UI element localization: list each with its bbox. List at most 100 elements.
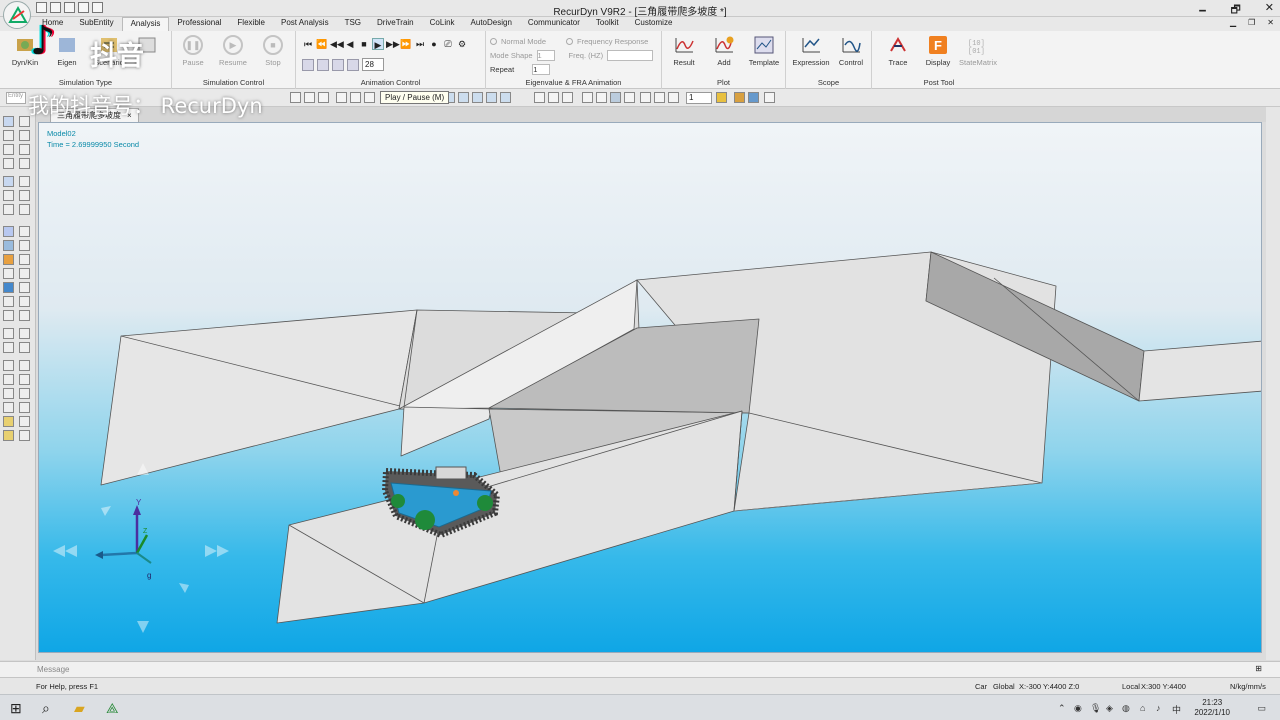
anim-option-icon-1[interactable] xyxy=(302,58,314,71)
pause-button[interactable]: ❚❚ Pause xyxy=(174,35,212,67)
tab-flexible[interactable]: Flexible xyxy=(229,17,273,31)
anim-option-icon-3[interactable] xyxy=(332,58,344,71)
tab-customize[interactable]: Customize xyxy=(627,17,681,31)
fit-tool-icon[interactable] xyxy=(336,92,347,103)
tool-icon-a1[interactable] xyxy=(3,130,14,141)
add-plot-button[interactable]: Add xyxy=(705,35,743,67)
joint-icon-4[interactable] xyxy=(19,282,30,293)
mdi-close-icon[interactable]: ✕ xyxy=(1267,18,1274,27)
network-icon[interactable]: ⌂ xyxy=(1140,703,1145,713)
tray-icon-1[interactable]: ◉ xyxy=(1074,703,1082,714)
tool-icon-c4[interactable] xyxy=(19,374,30,385)
display-mode-icon-3[interactable] xyxy=(610,92,621,103)
last-frame-icon[interactable]: ⏭ xyxy=(414,38,426,50)
tab-autodesign[interactable]: AutoDesign xyxy=(463,17,520,31)
tool-icon-c12[interactable] xyxy=(19,430,30,441)
pan-tool-icon[interactable] xyxy=(318,92,329,103)
fast-back-icon[interactable]: ⏪ xyxy=(316,38,328,50)
tray-chevron-icon[interactable]: ⌃ xyxy=(1058,703,1066,714)
force-icon-4[interactable] xyxy=(19,310,30,321)
result-button[interactable]: Result xyxy=(665,35,703,67)
notification-icon[interactable]: ▭ xyxy=(1257,703,1266,714)
tool-icon-b6[interactable] xyxy=(19,204,30,215)
step-forward-icon[interactable]: ▶▶ xyxy=(386,38,400,50)
anim-option-icon-4[interactable] xyxy=(347,58,359,71)
tab-subentity[interactable]: SubEntity xyxy=(71,17,121,31)
tool-icon-a5[interactable] xyxy=(3,190,14,201)
search-icon[interactable]: ⌕ xyxy=(42,700,50,717)
app-logo-icon[interactable] xyxy=(3,1,31,29)
joint-icon-1[interactable] xyxy=(3,268,14,279)
yz-icon[interactable] xyxy=(19,144,30,155)
fast-forward-icon[interactable]: ⏩ xyxy=(400,38,412,50)
light-icon[interactable] xyxy=(716,92,727,103)
tab-post-analysis[interactable]: Post Analysis xyxy=(273,17,337,31)
rotate-tool-icon[interactable] xyxy=(350,92,361,103)
first-frame-icon[interactable]: ⏮ xyxy=(302,38,314,50)
tool-icon-c1[interactable] xyxy=(3,360,14,371)
tool-icon-c10[interactable] xyxy=(19,416,30,427)
anim-option-icon-2[interactable] xyxy=(317,58,329,71)
tool-icon-c5[interactable] xyxy=(3,388,14,399)
pointer-icon[interactable] xyxy=(3,116,14,127)
display-mode-icon-4[interactable] xyxy=(624,92,635,103)
model-viewport[interactable]: Y Z g Model02 Time = 2.69999950 Second xyxy=(38,122,1262,653)
entity-input[interactable]: Entity xyxy=(6,92,26,104)
statematrix-button[interactable]: [10] [01] StateMatrix xyxy=(959,35,997,67)
settings-icon[interactable]: ⚙ xyxy=(456,38,468,50)
ime-indicator[interactable]: 中 xyxy=(1172,703,1181,716)
display-button[interactable]: F Display xyxy=(919,35,957,67)
tab-communicator[interactable]: Communicator xyxy=(520,17,588,31)
tab-professional[interactable]: Professional xyxy=(169,17,229,31)
frame-input[interactable]: 28 xyxy=(362,58,384,71)
tab-tsg[interactable]: TSG xyxy=(337,17,369,31)
body-icon-2[interactable] xyxy=(3,240,14,251)
tool-icon-c6[interactable] xyxy=(19,388,30,399)
stop-button[interactable]: ■ Stop xyxy=(254,35,292,67)
contact-icon-4[interactable] xyxy=(19,342,30,353)
all-select-icon[interactable] xyxy=(3,226,14,237)
tool-icon-c3[interactable] xyxy=(3,374,14,385)
body-icon-5[interactable] xyxy=(19,254,30,265)
tool-icon-c7[interactable] xyxy=(3,402,14,413)
xz-icon[interactable] xyxy=(19,190,30,201)
tool-icon-a4[interactable] xyxy=(3,176,14,187)
tab-colink[interactable]: CoLink xyxy=(422,17,463,31)
volume-icon[interactable]: ♪ xyxy=(1156,703,1161,713)
taskbar-clock[interactable]: 21:23 2022/1/10 xyxy=(1194,698,1230,718)
mdi-minimize-icon[interactable]: ▁ xyxy=(1230,18,1236,27)
play-back-icon[interactable]: ◀ xyxy=(344,38,356,50)
zx-icon[interactable] xyxy=(19,176,30,187)
tool-icon-c8[interactable] xyxy=(19,402,30,413)
xy-icon[interactable] xyxy=(19,130,30,141)
options-icon[interactable] xyxy=(764,92,775,103)
zoom-value-select[interactable]: 1 xyxy=(686,92,712,104)
marker-icon-2[interactable] xyxy=(654,92,665,103)
force-icon-1[interactable] xyxy=(3,296,14,307)
tool-icon-a6[interactable] xyxy=(3,204,14,215)
resume-button[interactable]: ▶ Resume xyxy=(214,35,252,67)
repeat-input[interactable]: 1 xyxy=(532,63,551,75)
message-pin-icon[interactable]: ⊞ xyxy=(1255,664,1262,673)
color-icon[interactable] xyxy=(748,92,759,103)
view-right-icon[interactable] xyxy=(458,92,469,103)
stop-anim-icon[interactable]: ■ xyxy=(358,38,370,50)
recurdyn-taskbar-icon[interactable]: ⟁ xyxy=(106,700,119,717)
microphone-icon[interactable]: 🎙 xyxy=(1090,703,1101,714)
display-mode-icon-1[interactable] xyxy=(582,92,593,103)
tool-icon-c9[interactable] xyxy=(3,416,14,427)
view-top-icon[interactable] xyxy=(472,92,483,103)
wireframe-icon[interactable] xyxy=(548,92,559,103)
zoom-tool-icon[interactable] xyxy=(304,92,315,103)
tab-analysis[interactable]: Analysis xyxy=(121,17,170,31)
frequency-response-radio[interactable] xyxy=(566,37,574,45)
start-icon[interactable]: ⊞ xyxy=(10,700,22,717)
joint-icon-2[interactable] xyxy=(19,268,30,279)
contact-icon-3[interactable] xyxy=(3,342,14,353)
shade-icon[interactable] xyxy=(562,92,573,103)
normal-mode-radio[interactable] xyxy=(490,37,497,45)
force-icon-3[interactable] xyxy=(3,310,14,321)
camera-icon[interactable]: ⎚ xyxy=(442,38,454,50)
tool-icon-c2[interactable] xyxy=(19,360,30,371)
zy-icon[interactable] xyxy=(19,158,30,169)
